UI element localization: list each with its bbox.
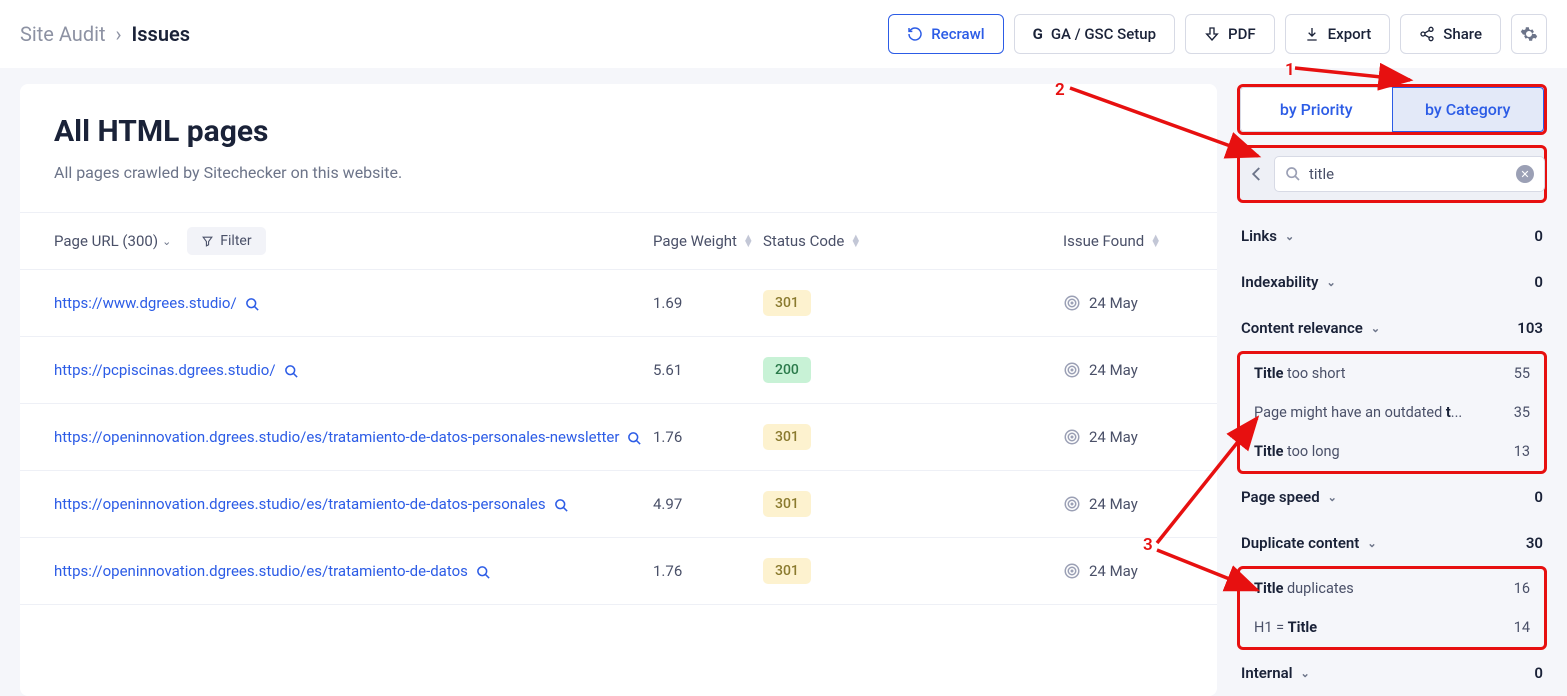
page-title: All HTML pages	[54, 114, 1183, 149]
page-weight: 1.76	[653, 428, 763, 446]
issue-item[interactable]: Page might have an outdated t...35	[1240, 393, 1544, 432]
breadcrumb-parent[interactable]: Site Audit	[20, 22, 106, 46]
page-url-link[interactable]: https://openinnovation.dgrees.studio/es/…	[54, 559, 468, 583]
issue-found: 24 May	[1063, 495, 1138, 513]
status-badge: 301	[763, 491, 811, 517]
issue-item[interactable]: Title duplicates16	[1240, 569, 1544, 608]
issue-item[interactable]: Title too long13	[1240, 432, 1544, 471]
google-icon: G	[1033, 25, 1043, 43]
tab-by-priority[interactable]: by Priority	[1240, 87, 1392, 132]
gear-icon	[1520, 25, 1538, 43]
page-subtitle: All pages crawled by Sitechecker on this…	[54, 163, 1183, 182]
sidebar-tabs: by Priority by Category	[1237, 84, 1547, 135]
ga-gsc-setup-button[interactable]: G GA / GSC Setup	[1014, 14, 1175, 54]
issue-found: 24 May	[1063, 428, 1138, 446]
chevron-right-icon: ›	[116, 22, 122, 46]
status-badge: 301	[763, 290, 811, 316]
category-internal[interactable]: Internal ⌄0	[1237, 650, 1547, 696]
filter-icon	[201, 235, 214, 248]
inspect-icon[interactable]	[284, 361, 299, 379]
status-badge: 301	[763, 558, 811, 584]
col-url-label[interactable]: Page URL (300)	[54, 232, 158, 250]
chevron-down-icon: ⌄	[1328, 491, 1337, 504]
share-icon	[1419, 26, 1435, 42]
download-icon	[1304, 26, 1320, 42]
page-weight: 1.76	[653, 562, 763, 580]
category-indexability[interactable]: Indexability ⌄0	[1237, 259, 1547, 305]
inspect-icon[interactable]	[245, 294, 260, 312]
arrow-left-icon	[1248, 165, 1266, 183]
search-input[interactable]	[1309, 165, 1508, 183]
issue-found: 24 May	[1063, 294, 1138, 312]
category-duplicate-content[interactable]: Duplicate content ⌄30	[1237, 520, 1547, 566]
col-status-label[interactable]: Status Code	[763, 232, 844, 250]
table-row: https://pcpiscinas.dgrees.studio/ 5.61 2…	[20, 337, 1217, 404]
chevron-down-icon: ⌄	[1326, 276, 1335, 289]
col-weight-label[interactable]: Page Weight	[653, 232, 737, 250]
status-badge: 301	[763, 424, 811, 450]
export-button[interactable]: Export	[1285, 14, 1391, 54]
clear-search-button[interactable]: ✕	[1516, 165, 1534, 183]
chevron-down-icon: ⌄	[162, 235, 171, 248]
page-url-link[interactable]: https://www.dgrees.studio/	[54, 291, 237, 315]
breadcrumb-current: Issues	[132, 22, 191, 46]
inspect-icon[interactable]	[627, 428, 642, 446]
page-url-link[interactable]: https://openinnovation.dgrees.studio/es/…	[54, 492, 546, 516]
table-row: https://openinnovation.dgrees.studio/es/…	[20, 538, 1217, 605]
col-issue-label[interactable]: Issue Found	[1063, 232, 1144, 250]
sort-icon[interactable]: ▲▼	[850, 235, 861, 247]
settings-button[interactable]	[1511, 14, 1547, 54]
page-url-link[interactable]: https://openinnovation.dgrees.studio/es/…	[54, 425, 619, 449]
table-header: Page URL (300) ⌄ Filter Page Weight ▲▼ S…	[20, 212, 1217, 270]
category-page-speed[interactable]: Page speed ⌄0	[1237, 474, 1547, 520]
recrawl-button[interactable]: Recrawl	[888, 14, 1003, 54]
category-items: Title too short55Page might have an outd…	[1237, 351, 1547, 474]
issue-found: 24 May	[1063, 361, 1138, 379]
search-icon	[1285, 166, 1301, 182]
tab-by-category[interactable]: by Category	[1392, 87, 1545, 132]
page-url-link[interactable]: https://pcpiscinas.dgrees.studio/	[54, 358, 276, 382]
filter-button[interactable]: Filter	[187, 227, 265, 255]
page-weight: 4.97	[653, 495, 763, 513]
chevron-down-icon: ⌄	[1367, 537, 1376, 550]
issue-item[interactable]: Title too short55	[1240, 354, 1544, 393]
page-weight: 1.69	[653, 294, 763, 312]
breadcrumb: Site Audit › Issues	[20, 22, 190, 46]
sort-icon[interactable]: ▲▼	[1150, 235, 1161, 247]
category-links[interactable]: Links ⌄0	[1237, 213, 1547, 259]
target-icon	[1063, 361, 1081, 379]
issue-item[interactable]: H1 = Title14	[1240, 608, 1544, 647]
chevron-down-icon: ⌄	[1301, 667, 1310, 680]
category-items: Title duplicates16H1 = Title14	[1237, 566, 1547, 650]
chevron-down-icon: ⌄	[1285, 230, 1294, 243]
table-row: https://openinnovation.dgrees.studio/es/…	[20, 404, 1217, 471]
pdf-button[interactable]: PDF	[1185, 14, 1275, 54]
inspect-icon[interactable]	[476, 562, 491, 580]
status-badge: 200	[763, 357, 811, 383]
target-icon	[1063, 428, 1081, 446]
back-button[interactable]	[1248, 162, 1266, 186]
category-content-relevance[interactable]: Content relevance ⌄103	[1237, 305, 1547, 351]
share-button[interactable]: Share	[1400, 14, 1501, 54]
refresh-icon	[907, 26, 923, 42]
issue-found: 24 May	[1063, 562, 1138, 580]
page-weight: 5.61	[653, 361, 763, 379]
table-row: https://www.dgrees.studio/ 1.69 301 24 M…	[20, 270, 1217, 337]
table-row: https://openinnovation.dgrees.studio/es/…	[20, 471, 1217, 538]
sort-icon[interactable]: ▲▼	[743, 235, 754, 247]
inspect-icon[interactable]	[554, 495, 569, 513]
target-icon	[1063, 562, 1081, 580]
pdf-icon	[1204, 26, 1220, 42]
target-icon	[1063, 294, 1081, 312]
chevron-down-icon: ⌄	[1371, 322, 1380, 335]
target-icon	[1063, 495, 1081, 513]
